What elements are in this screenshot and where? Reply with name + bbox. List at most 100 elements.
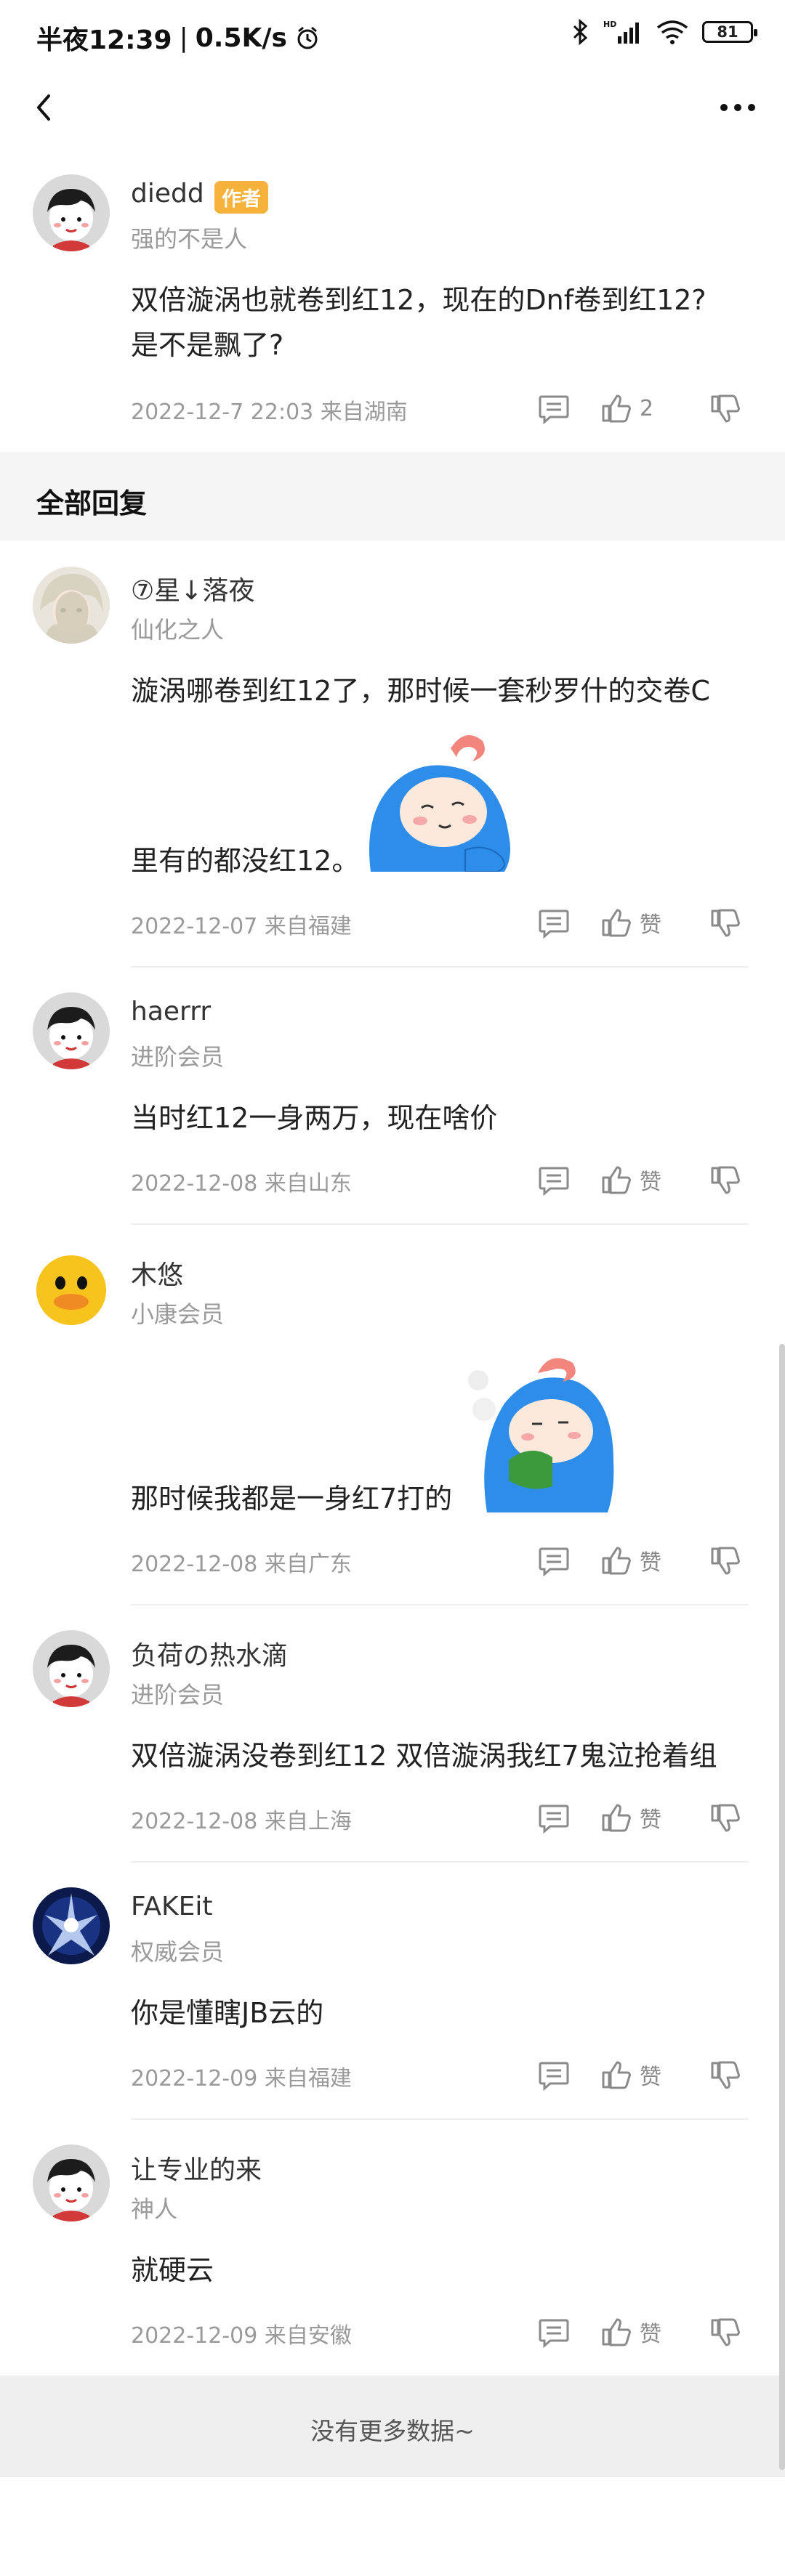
username[interactable]: FAKEit xyxy=(131,1892,213,1921)
comment-detail-page: 半夜12:39 | 0.5K/s HD 81 diedd 作者 强的不是人 双倍… xyxy=(0,0,785,2576)
status-right: HD 81 xyxy=(571,19,757,45)
like-button[interactable]: 赞 xyxy=(600,1164,661,1196)
thumbs-down-icon[interactable] xyxy=(709,907,741,939)
back-arrow-icon xyxy=(37,94,50,121)
username[interactable]: diedd xyxy=(131,179,204,208)
like-label: 赞 xyxy=(640,1550,661,1576)
reply-icon[interactable] xyxy=(538,392,570,424)
divider xyxy=(131,1604,749,1605)
user-rank: 小康会员 xyxy=(131,1300,225,1328)
divider xyxy=(131,966,749,968)
reply-icon[interactable] xyxy=(538,1544,570,1576)
reply-text: 那时候我都是一身红7打的 xyxy=(131,1483,453,1515)
username[interactable]: 负荷の热水滴 xyxy=(131,1635,288,1672)
like-button[interactable]: 2 xyxy=(600,392,653,424)
user-rank: 仙化之人 xyxy=(131,616,225,644)
reply-timestamp: 2022-12-08 来自山东 xyxy=(131,1171,352,1196)
username[interactable]: 让专业的来 xyxy=(131,2149,262,2187)
svg-text:HD: HD xyxy=(603,20,616,29)
user-rank: 进阶会员 xyxy=(131,1043,225,1071)
sticker-image xyxy=(468,1358,614,1512)
like-label: 赞 xyxy=(640,1807,661,1833)
reply-timestamp: 2022-12-07 来自福建 xyxy=(131,914,352,939)
thumbs-up-icon xyxy=(600,2059,632,2091)
reply-icon[interactable] xyxy=(538,1164,570,1196)
thumbs-up-icon xyxy=(600,907,632,939)
wifi-icon xyxy=(656,20,688,44)
section-title: 全部回复 xyxy=(36,487,148,519)
like-button[interactable]: 赞 xyxy=(600,1802,661,1834)
avatar[interactable] xyxy=(33,1887,110,1964)
like-label: 赞 xyxy=(640,912,661,938)
like-button[interactable]: 赞 xyxy=(600,1544,661,1576)
thumbs-up-icon xyxy=(600,1544,632,1576)
battery-indicator: 81 xyxy=(702,21,757,43)
avatar[interactable] xyxy=(33,992,110,1069)
user-rank: 强的不是人 xyxy=(131,225,248,253)
post-timestamp: 2022-12-7 22:03 来自湖南 xyxy=(131,400,408,425)
thumbs-up-icon xyxy=(600,392,632,424)
no-more-data-text: 没有更多数据~ xyxy=(310,2417,475,2445)
user-rank: 神人 xyxy=(131,2195,178,2223)
reply-timestamp: 2022-12-09 来自安徽 xyxy=(131,2323,352,2349)
thumbs-up-icon xyxy=(600,1802,632,1834)
divider xyxy=(131,1223,749,1225)
like-button[interactable]: 赞 xyxy=(600,2316,661,2348)
status-bar: 半夜12:39 | 0.5K/s HD 81 xyxy=(0,0,785,73)
reply-icon[interactable] xyxy=(538,1802,570,1834)
reply-icon[interactable] xyxy=(538,2059,570,2091)
avatar[interactable] xyxy=(33,2144,110,2221)
network-speed: 0.5K/s xyxy=(195,23,287,53)
more-button[interactable] xyxy=(712,86,763,129)
like-button[interactable]: 赞 xyxy=(600,2059,661,2091)
like-label: 赞 xyxy=(640,1170,661,1195)
username[interactable]: haerrr xyxy=(131,997,211,1026)
alarm-icon xyxy=(297,26,318,49)
reply-text: 就硬云 xyxy=(131,2254,214,2286)
username[interactable]: 木悠 xyxy=(131,1254,183,1292)
thumbs-down-icon[interactable] xyxy=(709,1164,741,1196)
divider xyxy=(131,1861,749,1863)
thumbs-down-icon[interactable] xyxy=(709,392,741,424)
reply-text-line1: 漩涡哪卷到红12了，那时候一套秒罗什的交卷C xyxy=(131,675,710,707)
back-button[interactable] xyxy=(22,86,65,129)
like-button[interactable]: 赞 xyxy=(600,907,661,939)
reply-icon[interactable] xyxy=(538,907,570,939)
reply-text: 你是懂瞎JB云的 xyxy=(131,1997,324,2029)
signal-icon: HD xyxy=(603,20,639,44)
status-left: 半夜12:39 | 0.5K/s xyxy=(36,19,321,57)
scrollbar[interactable] xyxy=(779,1344,785,2470)
nav-bar xyxy=(0,73,785,153)
thumbs-down-icon[interactable] xyxy=(709,2316,741,2348)
avatar[interactable] xyxy=(33,1249,110,1327)
reply-text: 双倍漩涡没卷到红12 双倍漩涡我红7鬼泣抢着组 xyxy=(131,1740,717,1772)
more-dots-icon xyxy=(720,104,755,111)
thumbs-down-icon[interactable] xyxy=(709,2059,741,2091)
avatar[interactable] xyxy=(33,567,110,644)
reply-text: 当时红12一身两万，现在啥价 xyxy=(131,1102,498,1134)
post-text-line2: 是不是飘了? xyxy=(131,329,284,361)
thumbs-up-icon xyxy=(600,2316,632,2348)
like-label: 赞 xyxy=(640,2065,661,2090)
bottom-bar xyxy=(0,2476,785,2576)
bluetooth-icon xyxy=(573,19,588,45)
username[interactable]: ⑦星↓落夜 xyxy=(131,570,254,607)
reply-text-line2: 里有的都没红12。 xyxy=(131,845,360,877)
user-rank: 进阶会员 xyxy=(131,1681,225,1709)
thumbs-down-icon[interactable] xyxy=(709,1544,741,1576)
status-time: 半夜12:39 xyxy=(36,25,172,55)
thumbs-down-icon[interactable] xyxy=(709,1802,741,1834)
status-separator: | xyxy=(179,23,188,53)
like-count: 2 xyxy=(640,395,654,421)
post-text-line1: 双倍漩涡也就卷到红12，现在的Dnf卷到红12? xyxy=(131,284,706,316)
user-rank: 权威会员 xyxy=(131,1938,225,1966)
avatar[interactable] xyxy=(33,1630,110,1707)
reply-icon[interactable] xyxy=(538,2316,570,2348)
reply-timestamp: 2022-12-08 来自上海 xyxy=(131,1809,352,1834)
reply-timestamp: 2022-12-09 来自福建 xyxy=(131,2066,352,2091)
sticker-image xyxy=(369,735,510,872)
reply-timestamp: 2022-12-08 来自广东 xyxy=(131,1552,352,1577)
thumbs-up-icon xyxy=(600,1164,632,1196)
avatar[interactable] xyxy=(33,174,110,251)
divider xyxy=(131,2118,749,2120)
